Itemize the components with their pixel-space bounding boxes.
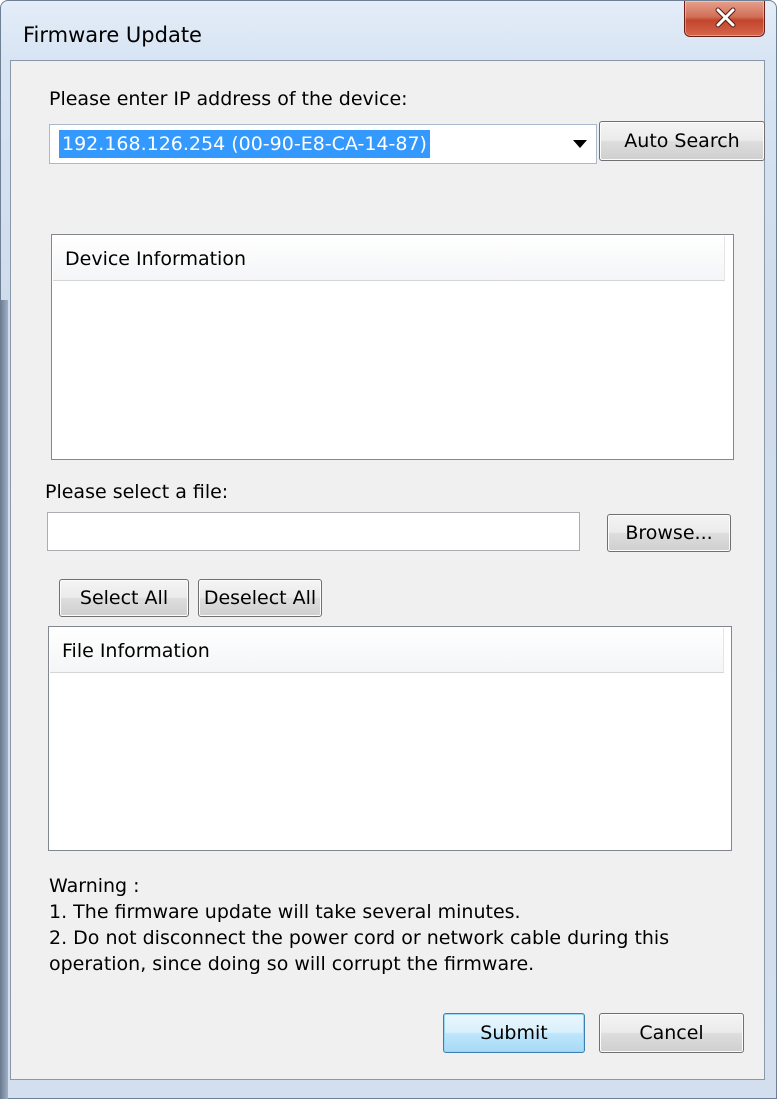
window-title: Firmware Update <box>23 23 202 47</box>
select-file-label: Please select a file: <box>45 481 229 503</box>
warning-title: Warning : <box>49 875 140 897</box>
file-path-input[interactable] <box>47 512 580 551</box>
cancel-button[interactable]: Cancel <box>599 1013 744 1053</box>
warning-line-2: 2. Do not disconnect the power cord or n… <box>49 927 670 949</box>
file-information-header[interactable]: File Information <box>50 628 724 673</box>
deselect-all-button[interactable]: Deselect All <box>198 579 322 617</box>
warning-text: Warning : 1. The firmware update will ta… <box>49 873 669 977</box>
device-information-header-label: Device Information <box>65 248 247 270</box>
warning-line-1: 1. The firmware update will take several… <box>49 901 521 923</box>
close-icon <box>715 7 736 28</box>
dialog-body: Please enter IP address of the device: 1… <box>10 60 765 1080</box>
chevron-down-icon[interactable] <box>573 140 587 148</box>
ip-address-combobox[interactable]: 192.168.126.254 (00-90-E8-CA-14-87) <box>49 124 597 164</box>
device-information-list[interactable]: Device Information <box>51 234 734 460</box>
file-information-list[interactable]: File Information <box>48 626 732 851</box>
auto-search-button[interactable]: Auto Search <box>599 121 765 161</box>
close-button[interactable] <box>684 1 765 37</box>
ip-address-label: Please enter IP address of the device: <box>49 88 408 110</box>
select-all-button[interactable]: Select All <box>59 579 189 617</box>
browse-button[interactable]: Browse... <box>607 514 731 552</box>
device-information-header[interactable]: Device Information <box>53 236 725 281</box>
file-information-header-label: File Information <box>62 640 210 662</box>
warning-line-3: operation, since doing so will corrupt t… <box>49 953 535 975</box>
window-frame-edge <box>0 300 8 1099</box>
submit-button[interactable]: Submit <box>443 1013 585 1053</box>
ip-address-selected-value[interactable]: 192.168.126.254 (00-90-E8-CA-14-87) <box>59 130 430 158</box>
